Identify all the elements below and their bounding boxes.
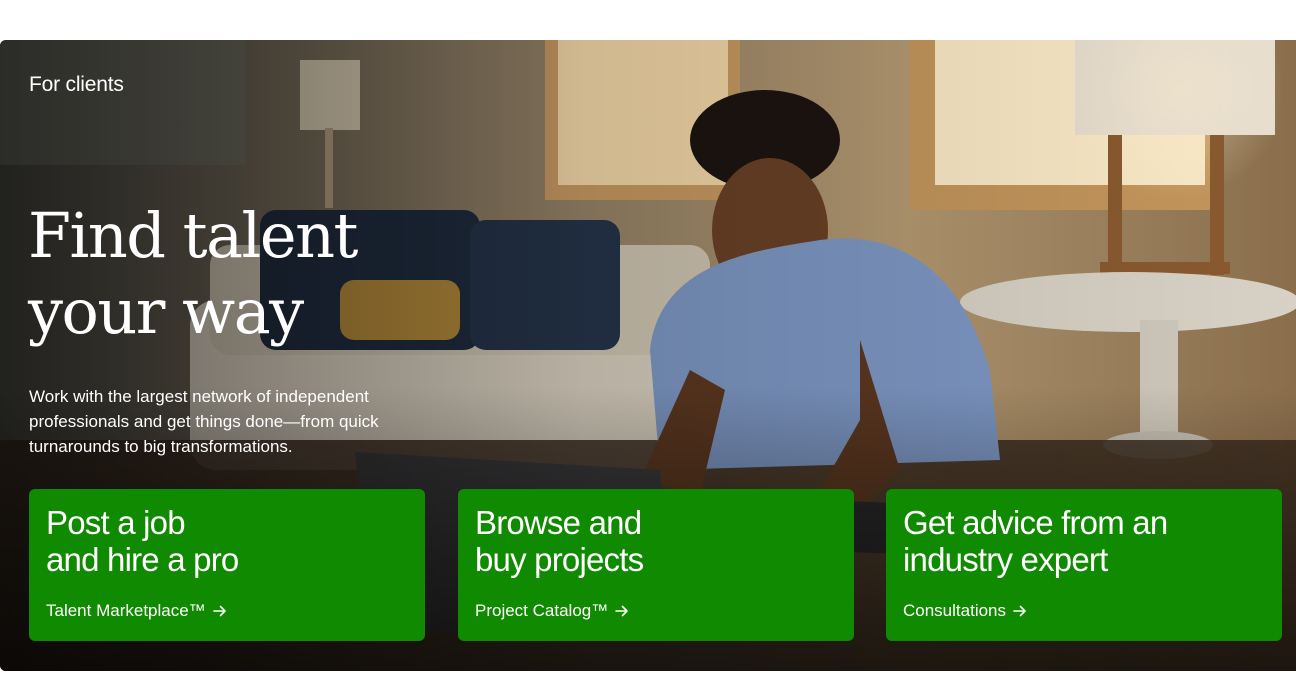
- card-title-line-2: industry expert: [903, 541, 1108, 578]
- talent-marketplace-link[interactable]: Talent Marketplace™: [46, 601, 227, 621]
- card-title: Get advice from an industry expert: [903, 504, 1168, 578]
- card-title: Post a job and hire a pro: [46, 504, 239, 578]
- arrow-right-icon: [1013, 605, 1026, 617]
- card-link-label: Talent Marketplace™: [46, 601, 206, 620]
- card-title-line-2: buy projects: [475, 541, 644, 578]
- hero-headline: Find talent your way: [28, 198, 358, 350]
- arrow-right-icon: [212, 605, 226, 617]
- project-catalog-link[interactable]: Project Catalog™: [475, 601, 629, 621]
- card-title-line-1: Browse and: [475, 504, 642, 541]
- post-job-card[interactable]: Post a job and hire a pro Talent Marketp…: [29, 489, 425, 641]
- card-link-label: Project Catalog™: [475, 601, 609, 620]
- card-title: Browse and buy projects: [475, 504, 644, 578]
- card-title-line-1: Get advice from an: [903, 504, 1168, 541]
- arrow-right-icon: [615, 605, 629, 617]
- browse-projects-card[interactable]: Browse and buy projects Project Catalog™: [458, 489, 854, 641]
- consultations-card[interactable]: Get advice from an industry expert Consu…: [886, 489, 1282, 641]
- hero-section: For clients Find talent your way Work wi…: [0, 40, 1296, 671]
- eyebrow-label: For clients: [29, 73, 124, 96]
- card-title-line-2: and hire a pro: [46, 541, 239, 578]
- headline-line-2: your way: [28, 275, 304, 348]
- card-link-label: Consultations: [903, 601, 1007, 620]
- hero-subtext: Work with the largest network of indepen…: [29, 387, 379, 456]
- consultations-link[interactable]: Consultations: [903, 601, 1027, 621]
- headline-line-1: Find talent: [28, 199, 358, 272]
- card-title-line-1: Post a job: [46, 504, 186, 541]
